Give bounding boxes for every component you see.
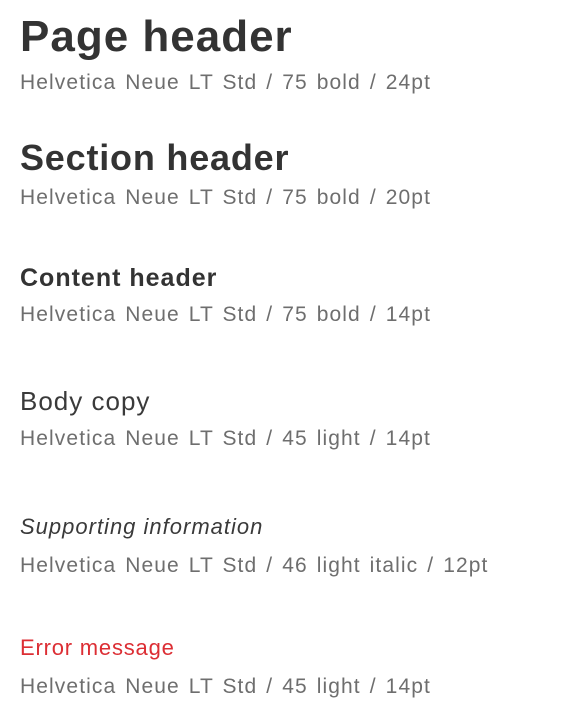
font-size: 14pt	[385, 675, 431, 698]
font-name: Helvetica Neue LT Std	[20, 427, 258, 450]
separator: /	[369, 186, 377, 209]
separator: /	[369, 71, 377, 94]
font-name: Helvetica Neue LT Std	[20, 675, 258, 698]
typography-specimen-body-copy: Body copy Helvetica Neue LT Std / 45 light…	[20, 384, 431, 452]
supporting-info-spec: Helvetica Neue LT Std / 46 light italic / 12…	[20, 553, 488, 579]
font-size: 20pt	[385, 186, 432, 209]
separator: /	[266, 71, 274, 94]
typography-specimen-page-header: Page header Helvetica Neue LT Std / 75 bol…	[20, 10, 431, 96]
typography-specimen-content-header: Content header Helvetica Neue LT Std / 75 …	[20, 262, 431, 328]
page-header-sample: Page header	[20, 12, 293, 61]
separator: /	[266, 554, 274, 577]
typography-specimen-error-message: Error message Helvetica Neue LT Std / 45 l…	[20, 634, 431, 700]
error-message-spec: Helvetica Neue LT Std / 45 light / 14pt	[20, 674, 431, 700]
font-weight: 75 bold	[282, 71, 361, 94]
font-name: Helvetica Neue LT Std	[20, 303, 258, 326]
section-header-spec: Helvetica Neue LT Std / 75 bold / 20pt	[20, 185, 431, 211]
separator: /	[427, 554, 435, 577]
page-header-spec: Helvetica Neue LT Std / 75 bold / 24pt	[20, 70, 431, 96]
body-copy-spec: Helvetica Neue LT Std / 45 light / 14pt	[20, 426, 431, 452]
font-name: Helvetica Neue LT Std	[20, 554, 258, 577]
separator: /	[266, 303, 274, 326]
font-weight: 45 light	[282, 675, 361, 698]
typography-specimen-supporting-info: Supporting information Helvetica Neue LT…	[20, 513, 488, 579]
body-copy-sample: Body copy	[20, 386, 151, 416]
separator: /	[266, 427, 274, 450]
font-size: 14pt	[385, 303, 432, 326]
font-weight: 45 light	[282, 427, 361, 450]
content-header-sample: Content header	[20, 264, 218, 292]
font-name: Helvetica Neue LT Std	[20, 71, 258, 94]
separator: /	[369, 303, 377, 326]
font-weight: 46 light italic	[282, 554, 419, 577]
error-message-sample: Error message	[20, 635, 175, 660]
section-header-sample: Section header	[20, 137, 290, 178]
content-header-spec: Helvetica Neue LT Std / 75 bold / 14pt	[20, 302, 431, 328]
font-size: 24pt	[385, 71, 432, 94]
separator: /	[369, 427, 377, 450]
font-size: 14pt	[385, 427, 431, 450]
supporting-info-sample: Supporting information	[20, 514, 264, 539]
separator: /	[369, 675, 377, 698]
typography-specimen-section-header: Section header Helvetica Neue LT Std / 75 …	[20, 135, 431, 211]
font-weight: 75 bold	[282, 186, 361, 209]
font-weight: 75 bold	[282, 303, 361, 326]
separator: /	[266, 675, 274, 698]
font-name: Helvetica Neue LT Std	[20, 186, 258, 209]
separator: /	[266, 186, 274, 209]
font-size: 12pt	[443, 554, 489, 577]
